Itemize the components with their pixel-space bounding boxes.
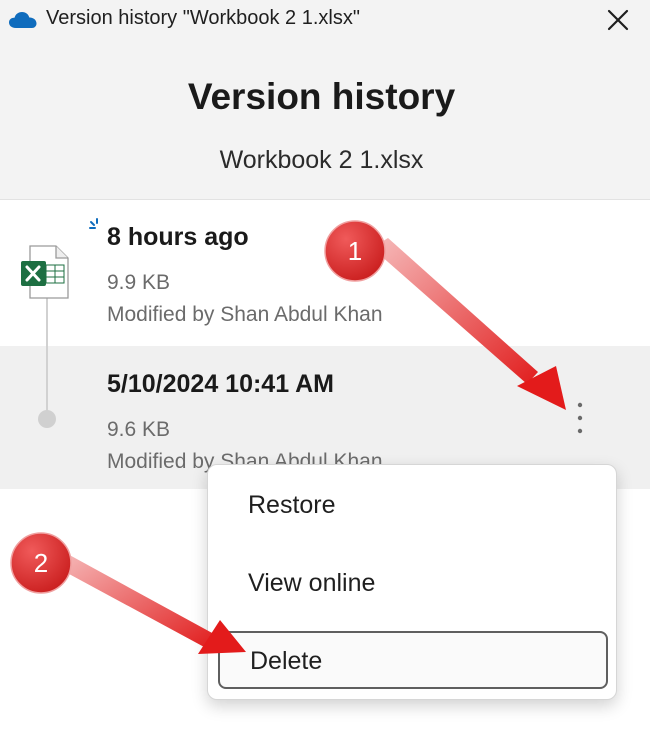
close-icon[interactable]: [604, 6, 632, 34]
page-title: Version history: [187, 76, 456, 117]
menu-item-delete-label: Delete: [250, 647, 323, 675]
version-size: 9.6 KB: [107, 418, 171, 441]
timeline-line: [46, 296, 48, 420]
badge-number-2: 2: [34, 548, 48, 578]
version-modified-by: Modified by Shan Abdul Khan: [107, 303, 383, 326]
file-name: Workbook 2 1.xlsx: [219, 146, 424, 174]
context-menu: Restore View online Delete: [207, 464, 617, 700]
timeline-dot: [38, 410, 56, 428]
menu-item-restore[interactable]: Restore: [248, 491, 336, 520]
version-history-header: Version history Workbook 2 1.xlsx: [0, 40, 650, 200]
window-title: Version history "Workbook 2 1.xlsx": [46, 7, 360, 29]
more-options-button[interactable]: [566, 398, 594, 438]
menu-item-view-online[interactable]: View online: [248, 569, 375, 598]
version-time: 8 hours ago: [107, 223, 249, 251]
version-time: 5/10/2024 10:41 AM: [107, 370, 335, 398]
version-size: 9.9 KB: [107, 271, 171, 294]
annotation-badge-2: 2: [10, 532, 72, 594]
title-bar: Version history "Workbook 2 1.xlsx": [0, 0, 650, 40]
onedrive-cloud-icon: [8, 10, 38, 35]
menu-item-delete[interactable]: Delete: [218, 631, 608, 689]
sync-spinner-icon: [88, 218, 106, 241]
excel-file-icon: [20, 245, 70, 304]
